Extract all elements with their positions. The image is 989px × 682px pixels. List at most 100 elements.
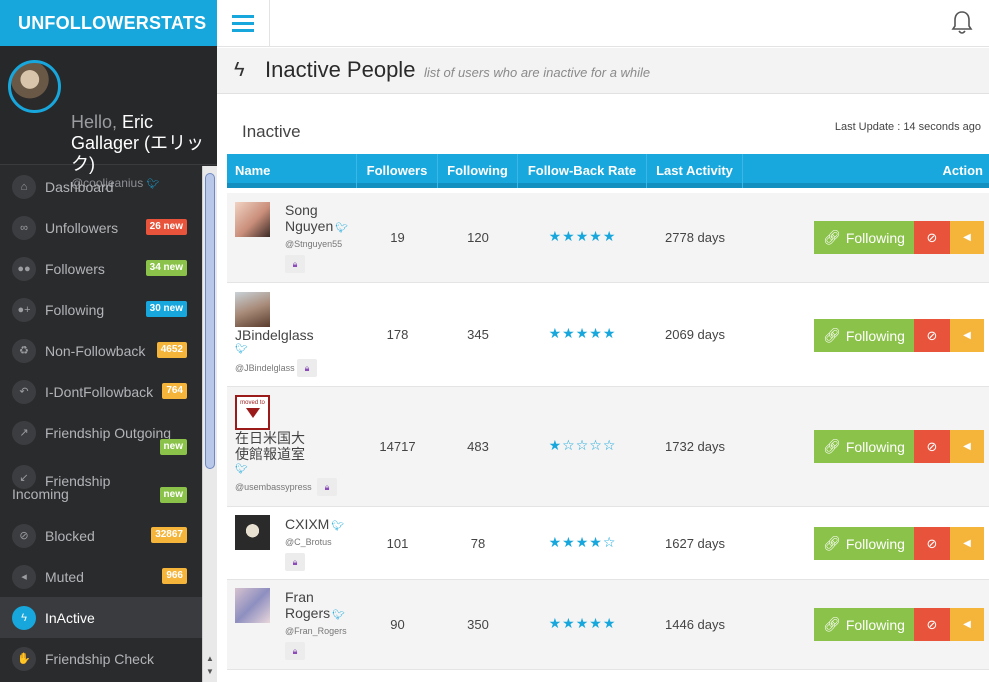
- col-follow-back-rate[interactable]: Follow-Back Rate: [518, 154, 647, 188]
- user-name-text: 在日米国大使館報道室: [235, 430, 305, 462]
- lock-icon[interactable]: 🔒︎: [285, 255, 305, 273]
- col-following[interactable]: Following: [438, 154, 518, 188]
- col-name[interactable]: Name: [227, 154, 357, 188]
- scrollbar-thumb[interactable]: [205, 173, 215, 469]
- last-activity: 1627 days: [665, 536, 725, 551]
- twitter-icon: 🐦︎: [332, 610, 345, 621]
- sidebar-item-friendship-check[interactable]: ✋ Friendship Check: [0, 638, 202, 679]
- user-handle[interactable]: @Stnguyen55: [285, 239, 342, 249]
- block-button[interactable]: ⊘: [914, 221, 950, 254]
- user-name[interactable]: CXIXM 🐦︎: [285, 516, 345, 532]
- user-handle[interactable]: @C_Brotus: [285, 537, 332, 547]
- sidebar-item-muted[interactable]: ◂ Muted 966: [0, 556, 202, 597]
- lock-icon[interactable]: 🔒︎: [317, 478, 337, 496]
- scroll-down-arrow[interactable]: ▼: [205, 666, 215, 678]
- following-button[interactable]: 🔗︎ Following: [814, 608, 914, 641]
- table-row: CXIXM 🐦︎ @C_Brotus 🔒︎ 101 78 ★★★★☆ 1627 d…: [227, 507, 989, 580]
- sidebar-item-label: Blocked: [45, 527, 95, 544]
- user-handle[interactable]: @usembassypress: [235, 482, 312, 492]
- sidebar-item-non-followback[interactable]: ♻ Non-Followback 4652: [0, 330, 202, 371]
- sidebar-item-following[interactable]: ●+ Following 30 new: [0, 289, 202, 330]
- top-bar: [217, 0, 989, 47]
- mute-button[interactable]: ◀: [950, 608, 984, 641]
- twitter-icon: 🐦︎: [235, 344, 248, 355]
- user-avatar[interactable]: moved to: [235, 395, 270, 430]
- user-name-text: CXIXM: [285, 516, 330, 532]
- sidebar-item-label: Friendship Check: [45, 650, 154, 667]
- following-button[interactable]: 🔗︎ Following: [814, 430, 914, 463]
- row-actions: 🔗︎ Following ⊘ ◀: [814, 608, 984, 641]
- user-avatar[interactable]: [235, 588, 270, 623]
- greeting-hello: Hello,: [71, 112, 118, 132]
- user-avatar[interactable]: [235, 202, 270, 237]
- last-activity: 1446 days: [665, 617, 725, 632]
- sidebar-item-label: InActive: [45, 609, 95, 626]
- menu-toggle-icon[interactable]: [217, 0, 270, 46]
- follow-back-rating: ★☆☆☆☆: [548, 437, 617, 453]
- col-last-activity[interactable]: Last Activity: [647, 154, 743, 188]
- sidebar-scrollbar[interactable]: ▲ ▼: [202, 166, 217, 682]
- row-actions: 🔗︎ Following ⊘ ◀: [814, 221, 984, 254]
- user-avatar[interactable]: [235, 515, 270, 550]
- user-avatar[interactable]: [235, 292, 270, 327]
- lock-icon[interactable]: 🔒︎: [297, 359, 317, 377]
- lock-icon[interactable]: 🔒︎: [285, 642, 305, 660]
- brand-logo[interactable]: UNFOLLOWERSTATS: [0, 0, 217, 46]
- block-button[interactable]: ⊘: [914, 608, 950, 641]
- sidebar-item-label: Muted: [45, 568, 84, 585]
- block-button[interactable]: ⊘: [914, 430, 950, 463]
- twitter-icon: 🐦︎: [331, 521, 345, 532]
- last-update: Last Update : 14 seconds ago: [834, 121, 981, 133]
- link-icon: 🔗︎: [823, 438, 841, 454]
- avatar-caption: moved to: [240, 400, 265, 406]
- block-button[interactable]: ⊘: [914, 527, 950, 560]
- sidebar-item-label: Non-Followback: [45, 342, 146, 359]
- volume-off-icon: ◀: [963, 538, 971, 549]
- new-badge: new: [159, 439, 187, 455]
- page-title: Inactive People: [265, 57, 416, 82]
- user-name[interactable]: JBindelglass: [235, 327, 314, 343]
- mute-button[interactable]: ◀: [950, 430, 984, 463]
- followers-count: 19: [390, 230, 405, 245]
- mute-button[interactable]: ◀: [950, 221, 984, 254]
- notifications-bell-icon[interactable]: [951, 10, 973, 36]
- following-button-label: Following: [845, 535, 905, 552]
- sidebar-menu: ⌂ Dashboard ∞ Unfollowers 26 new ●● Foll…: [0, 166, 202, 679]
- following-button[interactable]: 🔗︎ Following: [814, 319, 914, 352]
- user-handle[interactable]: @Fran_Rogers: [285, 626, 347, 636]
- sidebar-item-label: Followers: [45, 260, 105, 277]
- sidebar-item-friendship-incoming[interactable]: ↙ Friendship new Incoming new: [0, 439, 202, 515]
- table-header: Name Followers Following Follow-Back Rat…: [227, 154, 989, 188]
- user-name[interactable]: Song Nguyen 🐦︎: [285, 202, 360, 234]
- mute-button[interactable]: ◀: [950, 527, 984, 560]
- sidebar-item-blocked[interactable]: ⊘ Blocked 32867: [0, 515, 202, 556]
- volume-off-icon: ◂: [12, 564, 36, 589]
- row-actions: 🔗︎ Following ⊘ ◀: [814, 527, 984, 560]
- sidebar-item-unfollowers[interactable]: ∞ Unfollowers 26 new: [0, 207, 202, 248]
- user-handle[interactable]: @JBindelglass: [235, 363, 295, 373]
- block-button[interactable]: ⊘: [914, 319, 950, 352]
- avatar[interactable]: [8, 60, 61, 113]
- ban-icon: ⊘: [926, 327, 938, 343]
- sidebar-item-inactive[interactable]: ϟ InActive: [0, 597, 202, 638]
- followers-count: 101: [386, 536, 409, 551]
- following-button-label: Following: [845, 327, 905, 344]
- user-name[interactable]: 在日米国大使館報道室: [235, 430, 315, 462]
- sidebar-item-followers[interactable]: ●● Followers 34 new: [0, 248, 202, 289]
- sidebar-item-i-dont-followback[interactable]: ↶ I-DontFollowback 764: [0, 371, 202, 412]
- col-followers[interactable]: Followers: [357, 154, 438, 188]
- following-button[interactable]: 🔗︎ Following: [814, 221, 914, 254]
- scroll-up-arrow[interactable]: ▲: [205, 653, 215, 665]
- followers-count: 14717: [379, 439, 416, 454]
- sidebar-item-dashboard[interactable]: ⌂ Dashboard: [0, 166, 202, 207]
- sidebar-item-label-continued: Incoming: [12, 486, 69, 502]
- sidebar: UNFOLLOWERSTATS Hello, Eric Gallager (エリ…: [0, 0, 217, 682]
- following-button[interactable]: 🔗︎ Following: [814, 527, 914, 560]
- lock-icon[interactable]: 🔒︎: [285, 553, 305, 571]
- count-badge: 30 new: [145, 301, 187, 317]
- mute-button[interactable]: ◀: [950, 319, 984, 352]
- sidebar-item-label: Following: [45, 301, 105, 318]
- sidebar-item-label: I-DontFollowback: [45, 383, 154, 400]
- user-name[interactable]: Fran Rogers 🐦︎: [285, 589, 355, 621]
- bolt-icon: ϟ: [234, 59, 245, 81]
